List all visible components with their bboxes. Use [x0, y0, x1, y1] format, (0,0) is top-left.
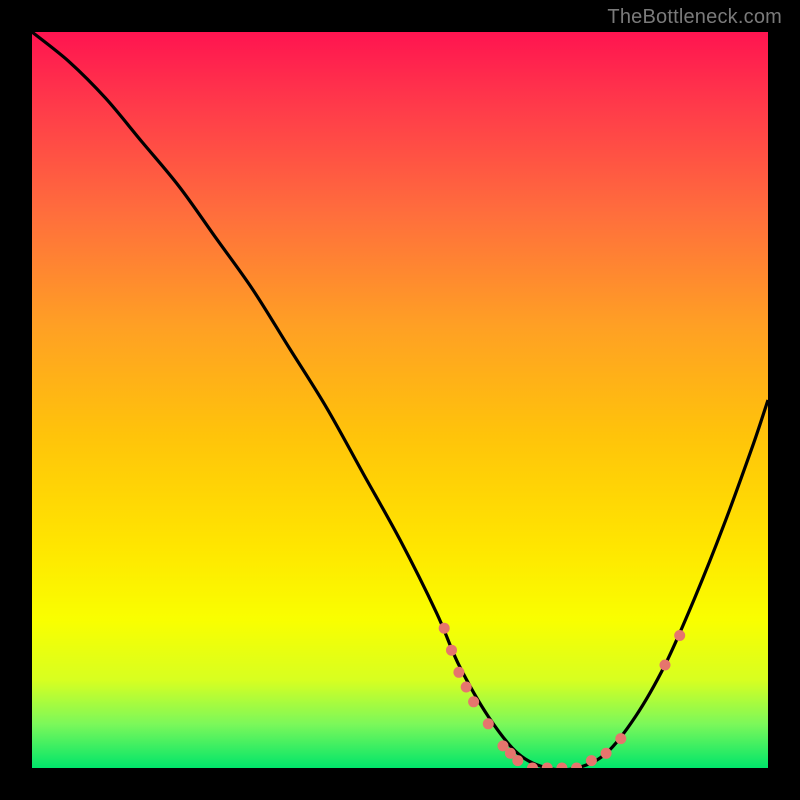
attribution-label: TheBottleneck.com: [607, 6, 782, 29]
plot-area: [32, 32, 768, 768]
chart-frame: TheBottleneck.com: [0, 0, 800, 800]
